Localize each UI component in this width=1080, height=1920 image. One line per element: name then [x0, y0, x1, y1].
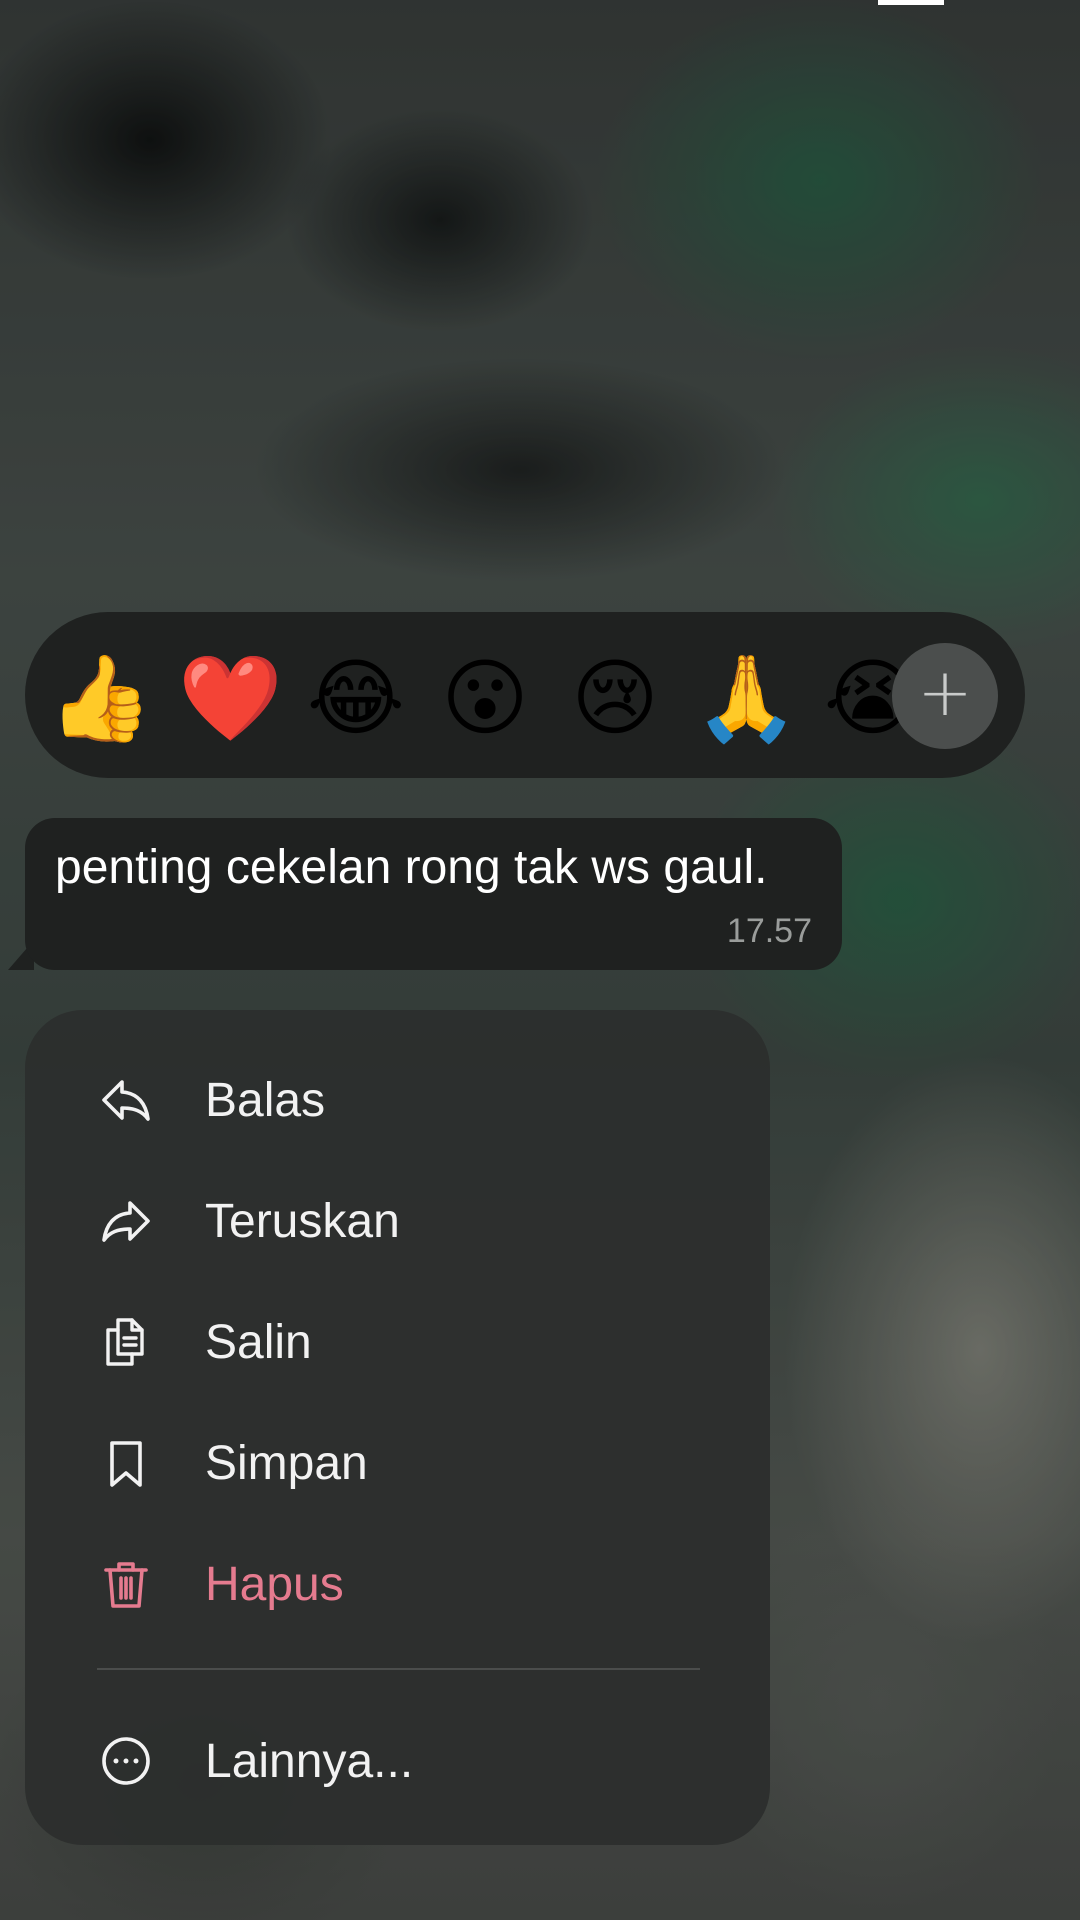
- reaction-red-heart[interactable]: ❤️: [178, 648, 283, 748]
- screen: 👍 ❤️ 😂 😮 😢 🙏 😭 + penting cekelan rong ta…: [0, 0, 1080, 1920]
- menu-item-save[interactable]: Simpan: [25, 1408, 770, 1518]
- reply-icon: [102, 1080, 150, 1121]
- menu-item-delete[interactable]: Hapus: [25, 1529, 770, 1639]
- menu-divider: [97, 1668, 700, 1670]
- reaction-surprised[interactable]: 😮: [435, 648, 535, 748]
- reaction-crying[interactable]: 😢: [565, 648, 665, 748]
- menu-item-copy[interactable]: Salin: [25, 1287, 770, 1397]
- menu-item-label: Balas: [205, 1074, 326, 1127]
- menu-item-more[interactable]: Lainnya...: [25, 1706, 770, 1816]
- status-bar-indicator: [878, 0, 944, 5]
- reaction-folded-hands[interactable]: 🙏: [694, 648, 799, 748]
- menu-item-reply[interactable]: Balas: [25, 1045, 770, 1155]
- more-reactions-button[interactable]: +: [892, 643, 998, 749]
- menu-item-label: Lainnya...: [205, 1735, 414, 1788]
- message-text: penting cekelan rong tak ws gaul.: [55, 841, 768, 894]
- copy-icon: [106, 1318, 144, 1366]
- menu-item-label: Teruskan: [205, 1195, 400, 1248]
- message-bubble[interactable]: penting cekelan rong tak ws gaul. 17.57: [25, 818, 842, 970]
- menu-item-label: Simpan: [205, 1437, 368, 1490]
- menu-item-label: Hapus: [205, 1558, 344, 1611]
- reaction-tears-of-joy[interactable]: 😂: [306, 648, 406, 748]
- forward-icon: [102, 1201, 150, 1242]
- menu-item-label: Salin: [205, 1316, 312, 1369]
- menu-item-forward[interactable]: Teruskan: [25, 1166, 770, 1276]
- reaction-thumbs-up[interactable]: 👍: [48, 648, 153, 748]
- trash-icon: [104, 1562, 148, 1608]
- message-timestamp: 17.57: [726, 912, 812, 950]
- more-horizontal-icon: [102, 1737, 150, 1785]
- reaction-bar: 👍 ❤️ 😂 😮 😢 🙏 😭 +: [25, 612, 1025, 778]
- bookmark-icon: [110, 1441, 142, 1487]
- context-menu: Balas Teruskan Salin Simpan Hapus Lainny…: [25, 1010, 770, 1845]
